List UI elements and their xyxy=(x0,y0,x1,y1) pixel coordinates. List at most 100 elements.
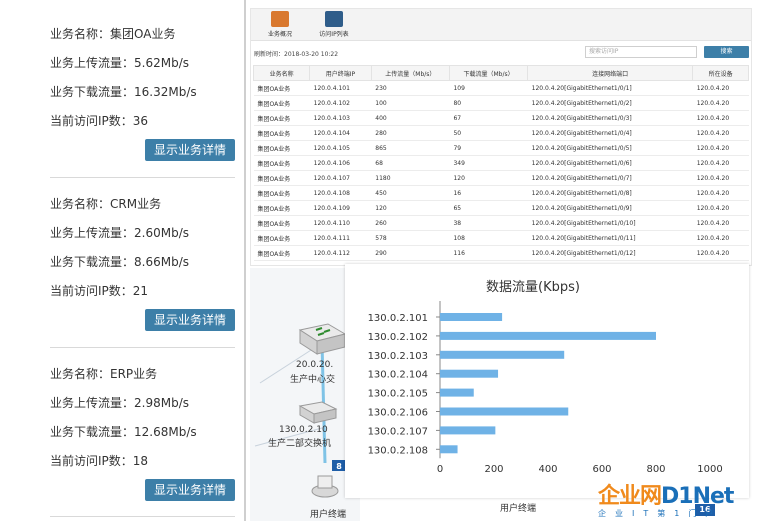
table-row[interactable]: 集团OA业务 120.0.4.103 400 67 120.0.4.20[Gigabit… xyxy=(253,110,749,126)
bar xyxy=(440,426,496,435)
table-cell: 865 xyxy=(371,140,450,156)
tab-overview[interactable]: 业务概况 xyxy=(255,11,305,38)
table-cell: 120.0.4.20 xyxy=(692,110,749,126)
tab-ip-list[interactable]: 访问IP列表 xyxy=(309,11,359,38)
table-cell: 230 xyxy=(371,80,450,96)
table-cell: 集团OA业务 xyxy=(253,185,310,201)
table-cell: 120.0.4.20[GigabitEthernet1/0/2] xyxy=(527,95,693,111)
node-ip: 130.0.2.10 xyxy=(279,425,328,435)
table-cell: 120.0.4.20[GigabitEthernet1/0/12] xyxy=(527,245,693,261)
column-header[interactable]: 所在设备 xyxy=(692,65,749,81)
table-cell: 260 xyxy=(371,215,450,231)
topology-canvas: 8 xyxy=(254,323,347,498)
table-cell: 集团OA业务 xyxy=(253,200,310,216)
y-tick-label: 130.0.2.105 xyxy=(368,389,428,400)
table-cell: 65 xyxy=(449,200,528,216)
service-ip-count: 当前访问IP数：36 xyxy=(50,114,149,128)
table-header: 业务名称 用户终端IP 上传流量（Mb/s） 下载流量（Mb/s） 连接网络端口 所在设备 xyxy=(252,65,749,81)
node-ip: 20.0.20. xyxy=(296,360,334,370)
table-cell: 集团OA业务 xyxy=(253,140,310,156)
table-row[interactable]: 集团OA业务 120.0.4.109 120 65 120.0.4.20[Gigabit… xyxy=(253,200,749,216)
table-cell: 120.0.4.101 xyxy=(309,80,372,96)
column-header[interactable]: 下载流量（Mb/s） xyxy=(448,65,529,81)
table-cell: 120.0.4.20 xyxy=(692,230,749,246)
table-cell: 120.0.4.109 xyxy=(309,200,372,216)
bar xyxy=(440,407,569,416)
table-cell: 120.0.4.112 xyxy=(309,245,372,261)
table-cell: 16 xyxy=(449,185,528,201)
table-cell: 集团OA业务 xyxy=(253,110,310,126)
service-card-crm: 业务名称：CRM业务 业务上传流量：2.60Mb/s 业务下载流量：8.66Mb… xyxy=(50,190,235,331)
terminal-label: 用户终端 xyxy=(500,504,537,514)
table-cell: 120.0.4.20 xyxy=(692,170,749,186)
service-upload: 业务上传流量：2.60Mb/s xyxy=(50,226,189,240)
table-cell: 120.0.4.104 xyxy=(309,125,372,141)
table-cell: 120 xyxy=(449,170,528,186)
switch-icon[interactable] xyxy=(298,401,338,424)
table-row[interactable]: 集团OA业务 120.0.4.102 100 80 120.0.4.20[Gigabit… xyxy=(253,95,749,111)
column-header[interactable]: 用户终端IP xyxy=(309,65,372,81)
table-cell: 290 xyxy=(371,245,450,261)
table-row[interactable]: 集团OA业务 120.0.4.106 68 349 120.0.4.20[Gigabit… xyxy=(253,155,749,171)
table-cell: 集团OA业务 xyxy=(253,80,310,96)
column-header[interactable]: 连接网络端口 xyxy=(527,65,694,81)
table-cell: 68 xyxy=(371,155,450,171)
table-row[interactable]: 集团OA业务 120.0.4.112 290 116 120.0.4.20[Gigabi… xyxy=(253,245,749,261)
table-cell: 集团OA业务 xyxy=(253,215,310,231)
service-download: 业务下载流量：12.68Mb/s xyxy=(50,425,197,439)
show-details-button[interactable]: 显示业务详情 xyxy=(145,479,235,501)
service-card-erp: 业务名称：ERP业务 业务上传流量：2.98Mb/s 业务下载流量：12.68M… xyxy=(50,360,235,501)
table-cell: 集团OA业务 xyxy=(253,125,310,141)
toolbar: 业务概况 访问IP列表 xyxy=(251,9,751,41)
port-badge-label: 8 xyxy=(336,462,342,471)
chart-title: 数据流量(Kbps) xyxy=(486,280,580,295)
column-header[interactable]: 业务名称 xyxy=(252,65,311,81)
table-cell: 120.0.4.20[GigabitEthernet1/0/3] xyxy=(527,110,693,126)
network-topology: 8 20.0.20. 生产中心交 130.0.2.10 生产二部交换机 用户终端 xyxy=(250,268,360,521)
service-download: 业务下载流量：8.66Mb/s xyxy=(50,255,189,269)
search-input[interactable]: 搜索访问IP xyxy=(585,46,697,58)
column-header[interactable]: 上传流量（Mb/s） xyxy=(370,65,450,81)
table-cell: 120.0.4.106 xyxy=(309,155,372,171)
table-cell: 120.0.4.20 xyxy=(692,80,749,96)
table-cell: 116 xyxy=(449,245,528,261)
node-name: 生产二部交换机 xyxy=(268,439,332,449)
bar xyxy=(440,445,458,454)
table-row[interactable]: 集团OA业务 120.0.4.111 578 108 120.0.4.20[Gigabi… xyxy=(253,230,749,246)
bar xyxy=(440,388,474,397)
table-cell: 120.0.4.20 xyxy=(692,245,749,261)
table-cell: 108 xyxy=(449,230,528,246)
x-tick-label: 0 xyxy=(437,464,443,475)
switch-icon[interactable] xyxy=(298,323,347,355)
show-details-button[interactable]: 显示业务详情 xyxy=(145,139,235,161)
table-row[interactable]: 集团OA业务 120.0.4.108 450 16 120.0.4.20[Gigabit… xyxy=(253,185,749,201)
table-row[interactable]: 集团OA业务 120.0.4.107 1180 120 120.0.4.20[Gigab… xyxy=(253,170,749,186)
divider xyxy=(50,516,235,517)
table-row[interactable]: 集团OA业务 120.0.4.104 280 50 120.0.4.20[Gigabit… xyxy=(253,125,749,141)
table-cell: 120.0.4.20 xyxy=(692,95,749,111)
table-row[interactable]: 集团OA业务 120.0.4.101 230 109 120.0.4.20[Gigabi… xyxy=(253,80,749,96)
table-cell: 120.0.4.105 xyxy=(309,140,372,156)
table-cell: 120.0.4.20[GigabitEthernet1/0/8] xyxy=(527,185,693,201)
table-cell: 120.0.4.103 xyxy=(309,110,372,126)
x-tick-label: 400 xyxy=(538,464,557,475)
terminal-icon[interactable] xyxy=(311,475,339,498)
panel-divider xyxy=(244,0,246,521)
table-cell: 109 xyxy=(449,80,528,96)
show-details-button[interactable]: 显示业务详情 xyxy=(145,309,235,331)
service-ip-count: 当前访问IP数：18 xyxy=(50,454,149,468)
table-cell: 120.0.4.110 xyxy=(309,215,372,231)
search-button[interactable]: 搜索 xyxy=(704,46,749,58)
x-tick-label: 1000 xyxy=(697,464,722,475)
table-cell: 集团OA业务 xyxy=(253,95,310,111)
table-row[interactable]: 集团OA业务 120.0.4.105 865 79 120.0.4.20[Gigabit… xyxy=(253,140,749,156)
table-cell: 集团OA业务 xyxy=(253,230,310,246)
table-cell: 79 xyxy=(449,140,528,156)
table-cell: 120.0.4.20 xyxy=(692,125,749,141)
list-icon xyxy=(325,11,343,27)
table-cell: 120.0.4.102 xyxy=(309,95,372,111)
traffic-chart-svg: 数据流量(Kbps) 130.0.2.101 130.0.2.102 130.0.2.… xyxy=(368,280,723,475)
table-cell: 578 xyxy=(371,230,450,246)
table-row[interactable]: 集团OA业务 120.0.4.110 260 38 120.0.4.20[Gigabit… xyxy=(253,215,749,231)
table-cell: 400 xyxy=(371,110,450,126)
